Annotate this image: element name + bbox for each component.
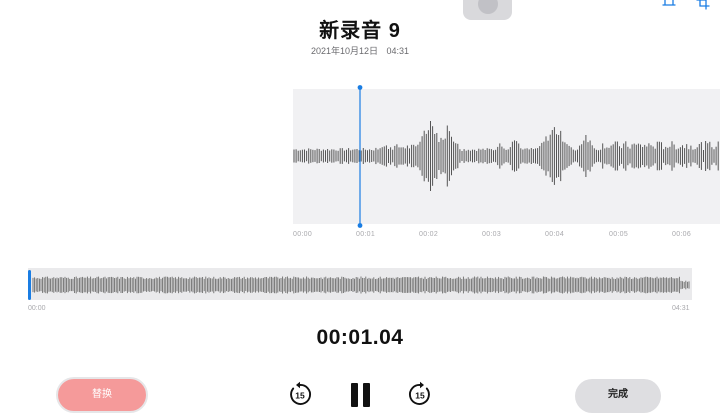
recording-meta: 2021年10月12日 04:31 — [0, 44, 720, 57]
overview-end-time: 04:31 — [672, 305, 690, 312]
replace-button[interactable]: 替换 — [56, 377, 148, 413]
overview-bars — [32, 276, 690, 294]
pause-icon — [351, 383, 358, 407]
time-tick: 00:05 — [609, 231, 629, 238]
waveform-bars — [293, 121, 719, 191]
recording-date: 2021年10月12日 — [310, 46, 378, 56]
time-tick: 00:01 — [356, 231, 376, 238]
recording-duration: 04:31 — [386, 46, 410, 56]
time-tick: 00:02 — [419, 231, 439, 238]
recording-title[interactable]: 新录音 9 — [0, 14, 720, 43]
trim-icon[interactable] — [660, 0, 678, 15]
crop-icon[interactable] — [696, 0, 710, 15]
waveform-editor[interactable] — [0, 85, 720, 230]
skip-back-15-icon[interactable]: 15 — [287, 381, 313, 412]
skip-forward-15-icon[interactable]: 15 — [407, 381, 433, 412]
time-tick: 00:06 — [672, 231, 692, 238]
pause-button[interactable] — [348, 381, 374, 407]
overview-start-time: 00:00 — [28, 305, 46, 312]
playhead-bottom-handle — [357, 223, 363, 228]
skip-forward-label: 15 — [415, 391, 425, 401]
overview-playhead — [28, 270, 31, 300]
pause-icon — [363, 383, 370, 407]
time-tick: 00:03 — [482, 231, 502, 238]
time-tick: 00:04 — [545, 231, 565, 238]
skip-back-label: 15 — [295, 391, 305, 401]
playhead-top-handle — [357, 85, 363, 90]
playback-time: 00:01.04 — [316, 326, 404, 349]
overview-scrubber[interactable] — [0, 260, 720, 305]
done-button[interactable]: 完成 — [575, 379, 661, 413]
time-tick: 00:00 — [293, 231, 313, 238]
